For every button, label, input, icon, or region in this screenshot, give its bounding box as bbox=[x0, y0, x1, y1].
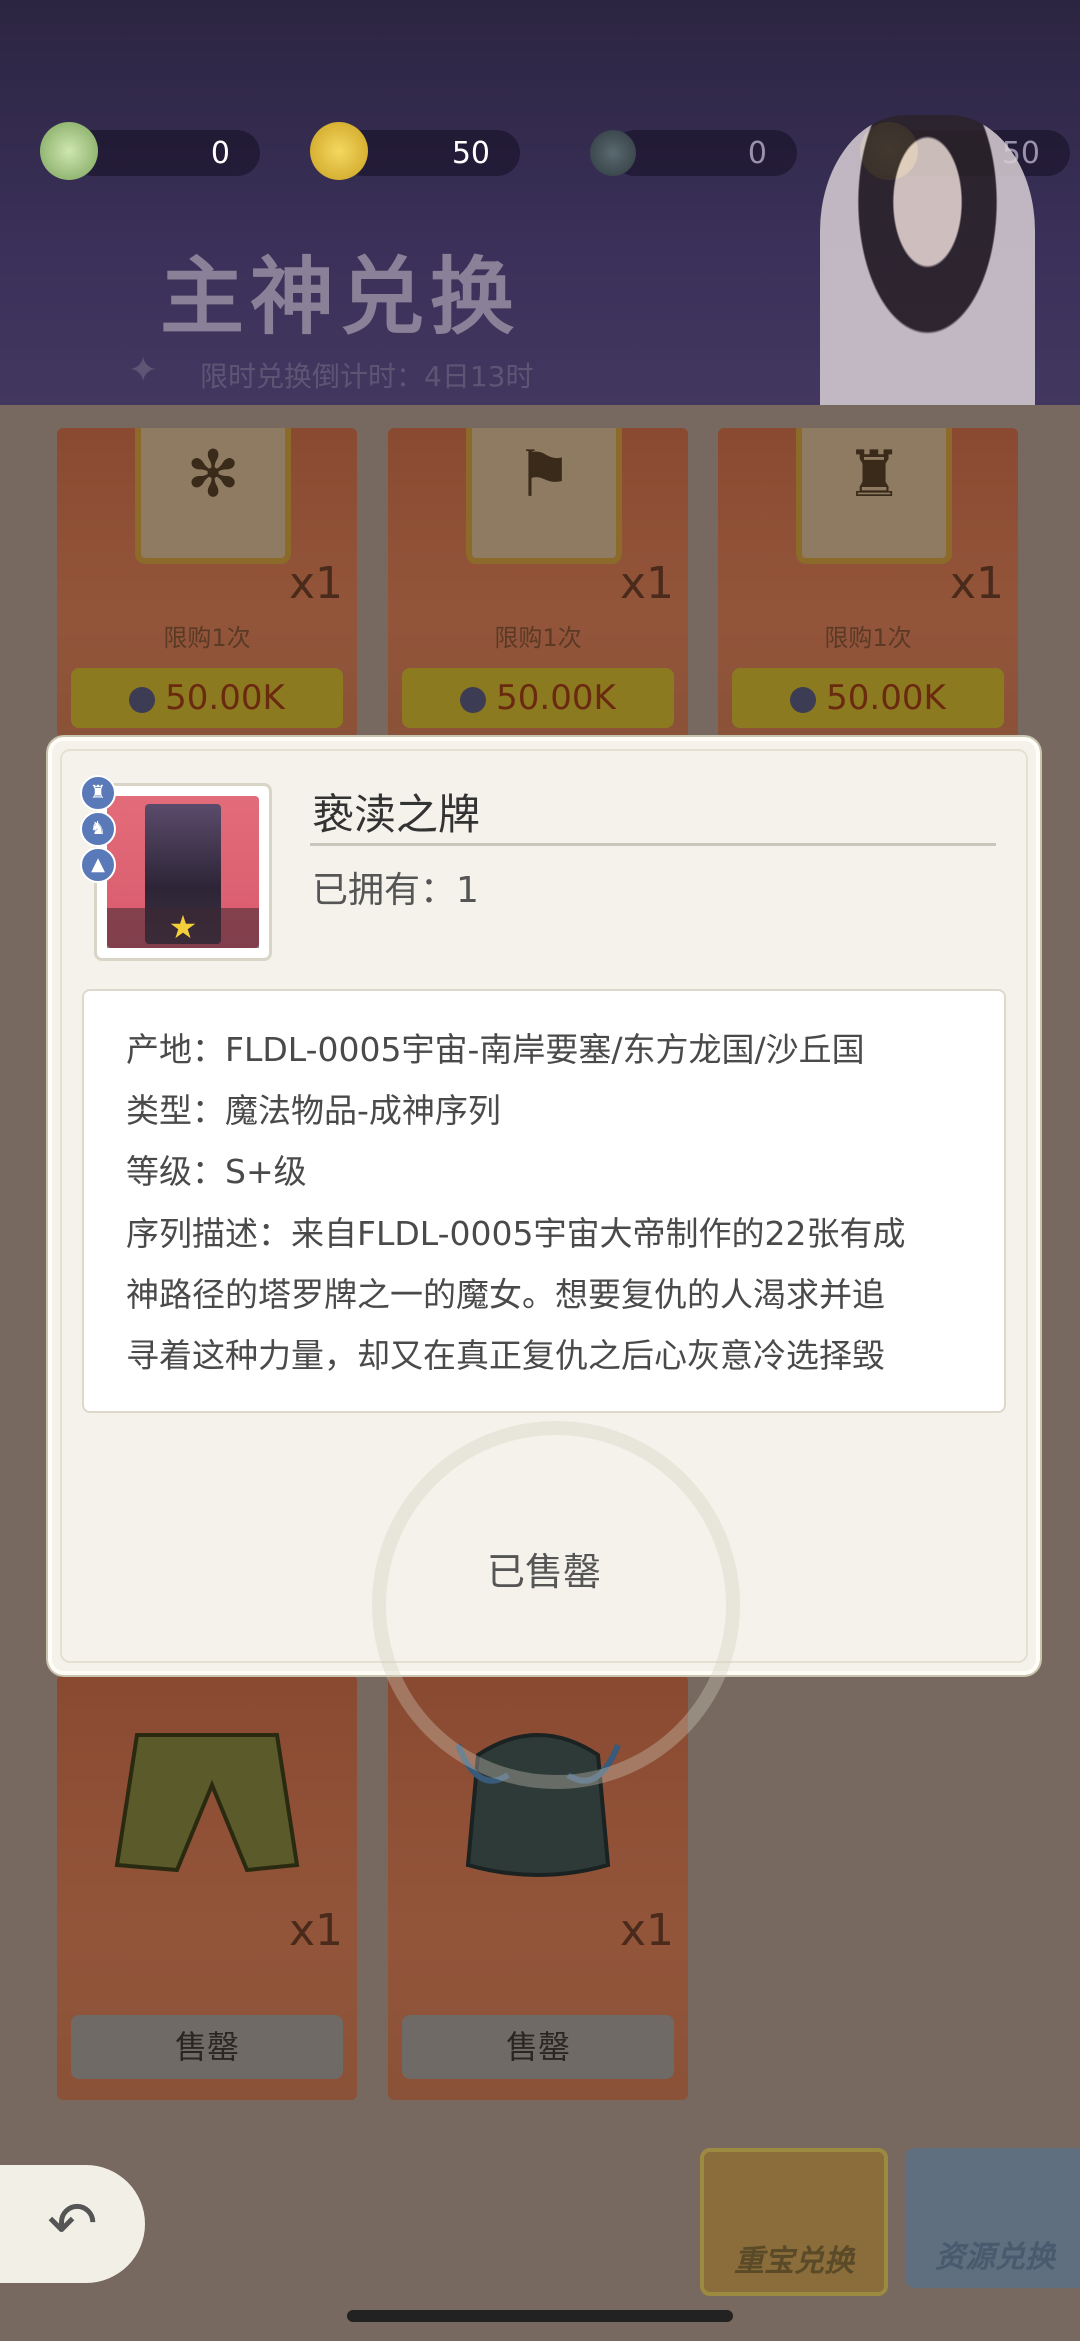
price-button[interactable]: 50.00K bbox=[402, 668, 674, 728]
resource-value: 50 bbox=[451, 136, 490, 171]
resource-value: 0 bbox=[210, 136, 230, 171]
tab-treasure-exchange[interactable]: 重宝兑换 bbox=[700, 2148, 888, 2296]
price-value: 50.00K bbox=[826, 678, 946, 718]
shop-card[interactable]: ⚑ x1 限购1次 50.00K bbox=[388, 428, 688, 738]
countdown-text: 限时兑换倒计时：4日13时 bbox=[200, 360, 534, 393]
price-button[interactable]: 50.00K bbox=[71, 668, 343, 728]
description-box[interactable]: 产地：FLDL-0005宇宙-南岸要塞/东方龙国/沙丘国 类型：魔法物品-成神序… bbox=[82, 989, 1006, 1413]
star-icon: ★ bbox=[168, 908, 198, 946]
tab-label: 重宝兑换 bbox=[734, 2244, 854, 2279]
detail-description: 寻着这种力量，却又在真正复仇之后心灰意冷选择毁 bbox=[126, 1336, 885, 1375]
detail-origin: 产地：FLDL-0005宇宙-南岸要塞/东方龙国/沙丘国 bbox=[126, 1030, 865, 1069]
soldout-button[interactable]: 售罄 bbox=[402, 2015, 674, 2079]
purchase-limit: 限购1次 bbox=[163, 624, 251, 652]
sold-out-status: 已售罄 bbox=[486, 1550, 601, 1594]
home-indicator bbox=[347, 2310, 733, 2322]
character-portrait bbox=[820, 115, 1035, 405]
gem-icon bbox=[790, 686, 817, 713]
back-button[interactable]: ↶ bbox=[0, 2165, 145, 2283]
item-qty: x1 bbox=[288, 1905, 343, 1956]
resource-gem: 0 bbox=[590, 130, 797, 176]
shop-card[interactable]: x1 售罄 bbox=[57, 1675, 357, 2100]
tarot-card-image: ★ bbox=[107, 796, 259, 948]
detail-description: 序列描述：来自FLDL-0005宇宙大帝制作的22张有成 bbox=[126, 1214, 906, 1253]
price-value: 50.00K bbox=[496, 678, 616, 718]
item-name: 亵渎之牌 bbox=[312, 790, 481, 839]
item-frame: ✻ bbox=[135, 428, 291, 564]
divider bbox=[310, 843, 996, 846]
owned-count: 已拥有：1 bbox=[312, 870, 479, 911]
header: 0 50 0 50 主神兑换 ✦ 限时兑换倒计时：4日13时 bbox=[0, 0, 1080, 405]
dragon-badge-icon: ♞ bbox=[80, 811, 116, 847]
shop-card[interactable]: ✻ x1 限购1次 50.00K bbox=[57, 428, 357, 738]
clock-icon: ✦ bbox=[128, 350, 159, 391]
page-title: 主神兑换 bbox=[160, 248, 521, 346]
shop-card[interactable]: ♜ x1 限购1次 50.00K bbox=[718, 428, 1018, 738]
pants-icon bbox=[87, 1715, 327, 1885]
gold-coin-icon bbox=[310, 122, 368, 180]
purchase-limit: 限购1次 bbox=[494, 624, 582, 652]
item-qty: x1 bbox=[288, 558, 343, 609]
item-qty: x1 bbox=[619, 558, 674, 609]
tab-label: 资源兑换 bbox=[935, 2240, 1055, 2275]
resource-s-coin: 0 bbox=[40, 122, 260, 180]
item-frame: ⚑ bbox=[466, 428, 622, 564]
gem-icon bbox=[590, 130, 636, 176]
castle-icon: ♜ bbox=[845, 438, 903, 512]
price-value: 50.00K bbox=[165, 678, 285, 718]
desert-badge-icon: ▲ bbox=[80, 847, 116, 883]
detail-description: 神路径的塔罗牌之一的魔女。想要复仇的人渴求并追 bbox=[126, 1275, 885, 1314]
castle-badge-icon: ♜ bbox=[80, 775, 116, 811]
item-qty: x1 bbox=[949, 558, 1004, 609]
purchase-limit: 限购1次 bbox=[824, 624, 912, 652]
item-frame: ♜ bbox=[796, 428, 952, 564]
tab-resource-exchange[interactable]: 资源兑换 bbox=[905, 2148, 1080, 2288]
soldout-button[interactable]: 售罄 bbox=[71, 2015, 343, 2079]
detail-type: 类型：魔法物品-成神序列 bbox=[126, 1091, 501, 1130]
gem-icon bbox=[460, 686, 487, 713]
item-qty: x1 bbox=[619, 1905, 674, 1956]
detail-grade: 等级：S+级 bbox=[126, 1152, 307, 1191]
price-button[interactable]: 50.00K bbox=[732, 668, 1004, 728]
back-arrow-icon: ↶ bbox=[47, 2189, 98, 2259]
s-coin-icon bbox=[40, 122, 98, 180]
flag-icon: ⚑ bbox=[515, 438, 573, 512]
item-thumbnail: ★ bbox=[94, 783, 272, 961]
snowflake-icon: ✻ bbox=[186, 438, 240, 512]
emblem-watermark bbox=[372, 1421, 740, 1789]
resource-gold-coin: 50 bbox=[310, 122, 520, 180]
item-detail-modal: ★ ♜ ♞ ▲ 亵渎之牌 已拥有：1 产地：FLDL-0005宇宙-南岸要塞/东… bbox=[48, 737, 1040, 1789]
resource-value: 0 bbox=[747, 136, 767, 171]
gem-icon bbox=[129, 686, 156, 713]
